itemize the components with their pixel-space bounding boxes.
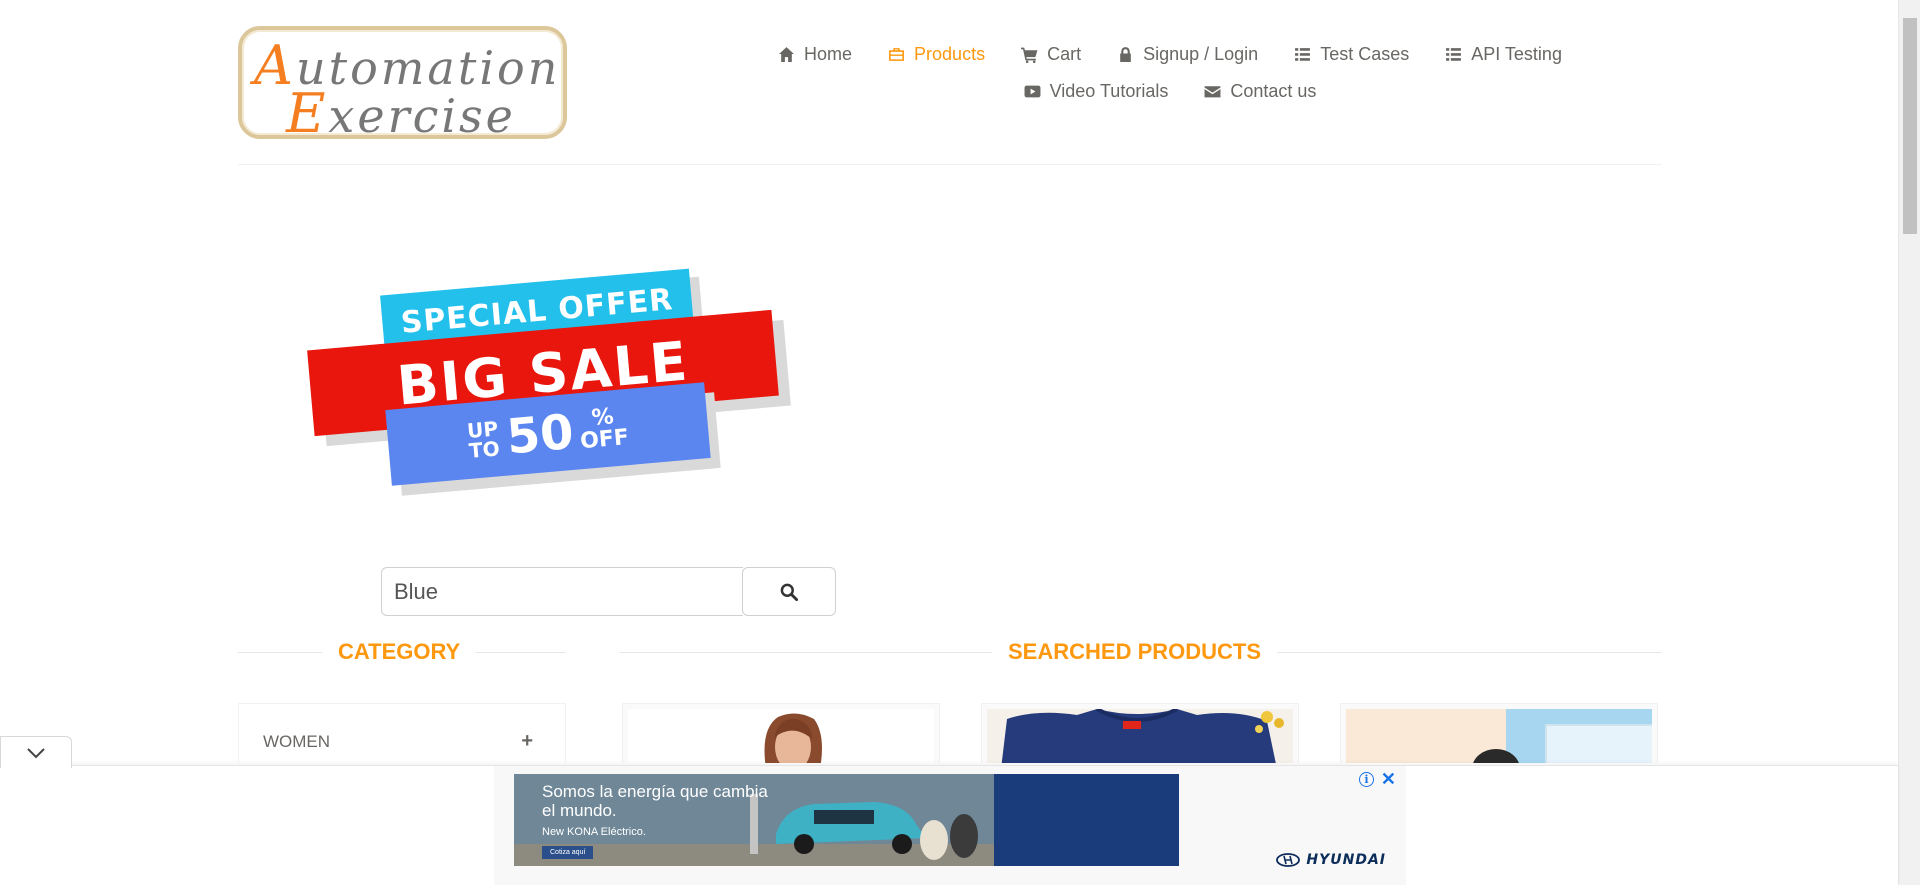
category-rule-right (476, 651, 566, 653)
ad-close-icon[interactable]: ✕ (1381, 769, 1396, 790)
envelope-icon (1204, 86, 1221, 98)
product-image (1346, 709, 1652, 763)
nav-row-2: Video Tutorials Contact us (720, 73, 1620, 110)
category-rule-left (238, 651, 322, 653)
ad-frame[interactable]: Somos la energía que cambia el mundo. Ne… (494, 766, 1406, 885)
nav-test-cases-label: Test Cases (1320, 44, 1410, 64)
nav-signup-login[interactable]: Signup / Login (1117, 44, 1258, 65)
product-photo-child (1473, 709, 1652, 763)
category-women-toggle[interactable]: + (521, 730, 533, 753)
ad-collapse-tab[interactable] (0, 736, 72, 768)
nav-products-label: Products (914, 44, 986, 64)
hyundai-logo-icon (1276, 853, 1301, 867)
ad-brand-label: HYUNDAI (1306, 852, 1386, 868)
ad-cta-button[interactable]: Cotiza aquí (542, 846, 594, 859)
nav-video-tutorials[interactable]: Video Tutorials (1024, 81, 1169, 102)
lock-icon (1120, 47, 1131, 62)
searched-products-heading: SEARCHED PRODUCTS (620, 639, 1662, 664)
chevron-down-icon (27, 747, 45, 758)
searched-products-title: SEARCHED PRODUCTS (1008, 639, 1262, 664)
ad-panel[interactable] (994, 774, 1179, 866)
product-photo-blue-top (1001, 709, 1284, 763)
banner-percent-off: % OFF (579, 404, 630, 455)
home-icon (779, 47, 794, 62)
nav-contact-us[interactable]: Contact us (1204, 81, 1316, 102)
logo-line-2: Exercise (286, 82, 516, 145)
ad-info-icon[interactable]: i (1359, 772, 1374, 787)
products-icon (889, 48, 904, 61)
nav-contact-us-label: Contact us (1230, 81, 1317, 101)
ad-bar: Somos la energía que cambia el mundo. Ne… (0, 765, 1898, 885)
nav-cart-label: Cart (1047, 44, 1082, 64)
product-card[interactable] (622, 703, 940, 763)
ad-headline: Somos la energía que cambia el mundo. (542, 782, 768, 820)
ad-subline: New KONA Eléctrico. (542, 826, 646, 838)
sale-banner: SPECIAL OFFER BIG SALE UP TO 50 % OFF (300, 260, 800, 496)
product-image (987, 709, 1293, 763)
product-photo-woman (764, 713, 822, 763)
list-icon (1295, 48, 1311, 61)
site-logo[interactable]: Automation Exercise (238, 26, 567, 145)
product-card[interactable] (981, 703, 1299, 763)
product-card[interactable] (1340, 703, 1658, 763)
ad-brand[interactable]: HYUNDAI (1276, 852, 1386, 868)
nav-home[interactable]: Home (778, 44, 852, 65)
nav-cart[interactable]: Cart (1021, 44, 1081, 65)
nav-video-tutorials-label: Video Tutorials (1049, 81, 1169, 101)
list-icon (1446, 48, 1462, 61)
search-button[interactable] (742, 567, 836, 616)
search-icon (780, 583, 798, 601)
nav-api-testing[interactable]: API Testing (1445, 44, 1562, 65)
products-rule-right (1277, 651, 1662, 653)
main-nav: Home Products Cart Signup / Login Test C… (720, 36, 1620, 110)
nav-products[interactable]: Products (888, 44, 985, 65)
ad-image[interactable]: Somos la energía que cambia el mundo. Ne… (514, 774, 994, 866)
youtube-icon (1024, 85, 1041, 98)
product-image (628, 709, 934, 763)
products-rule-left (620, 651, 992, 653)
cart-icon (1021, 47, 1038, 63)
category-panel: WOMEN + (238, 703, 566, 763)
nav-api-testing-label: API Testing (1471, 44, 1562, 64)
page: Automation Exercise Home Products Cart S… (0, 0, 1920, 885)
banner-amount: 50 (504, 403, 576, 466)
category-women[interactable]: WOMEN (263, 732, 330, 752)
nav-home-label: Home (804, 44, 853, 64)
nav-test-cases[interactable]: Test Cases (1294, 44, 1409, 65)
header-divider (238, 164, 1662, 165)
category-heading: CATEGORY (238, 639, 566, 664)
page-scrollbar[interactable] (1898, 0, 1920, 885)
category-title: CATEGORY (338, 639, 461, 664)
nav-row-1: Home Products Cart Signup / Login Test C… (720, 36, 1620, 73)
banner-up-to: UP TO (466, 416, 501, 463)
scrollbar-thumb[interactable] (1903, 18, 1917, 234)
search-input[interactable] (381, 567, 743, 616)
nav-signup-login-label: Signup / Login (1143, 44, 1259, 64)
